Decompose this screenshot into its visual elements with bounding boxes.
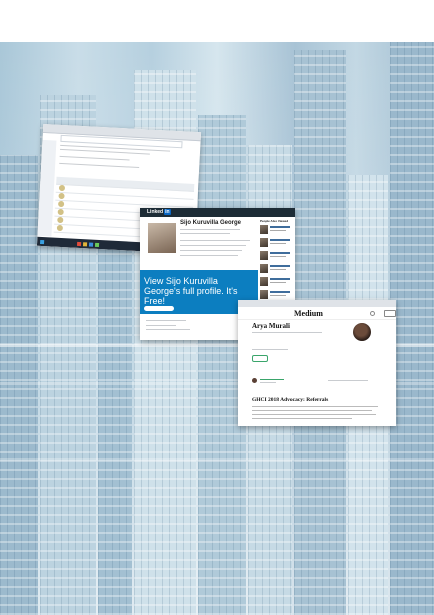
text-line xyxy=(180,250,242,251)
text-line xyxy=(270,278,290,280)
signin-button[interactable] xyxy=(384,310,396,317)
medium-header: Medium xyxy=(238,307,396,320)
text-line xyxy=(59,162,140,169)
start-icon xyxy=(40,239,45,245)
text-line xyxy=(252,349,288,350)
text-line xyxy=(59,155,130,161)
text-line xyxy=(252,414,376,415)
building xyxy=(390,40,434,615)
text-line xyxy=(270,226,290,228)
browser-icon xyxy=(76,241,82,247)
list-item[interactable] xyxy=(260,238,293,249)
author-name: Arya Murali xyxy=(252,322,290,330)
text-line xyxy=(252,332,322,333)
badge-icon xyxy=(56,224,64,232)
text-line xyxy=(180,255,238,256)
badge-icon xyxy=(57,200,65,208)
badge-icon xyxy=(58,184,66,192)
screenshot-medium-profile: Medium Arya Murali GHCI 2018 Advocacy: R… xyxy=(238,300,396,426)
text-line xyxy=(270,269,286,270)
text-line xyxy=(252,418,352,419)
light-streak xyxy=(0,458,434,461)
text-line xyxy=(252,406,378,407)
top-margin xyxy=(0,0,434,42)
folder-icon xyxy=(82,242,88,247)
article-title[interactable]: GHCI 2018 Advocacy: Referrals xyxy=(252,397,328,403)
profile-name: Sijo Kuruvilla George xyxy=(180,220,242,226)
list-item[interactable] xyxy=(260,251,293,262)
join-button[interactable] xyxy=(144,306,174,311)
app-icon xyxy=(88,242,94,247)
author-avatar xyxy=(353,323,371,341)
text-line xyxy=(180,233,230,234)
text-line xyxy=(270,291,290,293)
list-item[interactable] xyxy=(260,277,293,288)
avatar xyxy=(260,277,268,286)
text-line xyxy=(270,295,286,296)
linkedin-header: Linked in xyxy=(140,208,295,217)
linkedin-logo: Linked in xyxy=(146,209,171,215)
text-line xyxy=(270,256,286,257)
avatar xyxy=(260,264,268,273)
text-line xyxy=(328,380,368,381)
building xyxy=(0,155,38,615)
avatar xyxy=(260,238,268,247)
browser-tabs xyxy=(238,300,396,307)
side-title: People Also Viewed xyxy=(260,219,289,223)
follow-button[interactable] xyxy=(252,355,268,362)
logo-in: in xyxy=(164,209,171,215)
app-icon xyxy=(94,242,100,248)
logo-text: Linked xyxy=(147,209,164,215)
author-avatar-small xyxy=(252,378,257,383)
text-line xyxy=(180,229,240,230)
text-line xyxy=(260,382,276,383)
text-line xyxy=(146,325,176,326)
text-line xyxy=(270,230,286,231)
text-line xyxy=(146,329,190,330)
text-line xyxy=(270,239,290,241)
text-line xyxy=(180,240,250,241)
avatar xyxy=(260,251,268,260)
badge-icon xyxy=(57,208,64,216)
text-line xyxy=(180,245,246,246)
text-line xyxy=(260,379,284,380)
text-line xyxy=(270,282,286,283)
search-icon[interactable] xyxy=(370,311,375,316)
badge-icon xyxy=(57,216,64,224)
avatar xyxy=(260,225,268,234)
text-line xyxy=(146,320,186,321)
text-line xyxy=(270,265,290,267)
profile-photo xyxy=(148,223,176,253)
badge-icon xyxy=(58,192,65,200)
text-line xyxy=(270,252,290,254)
text-line xyxy=(252,410,372,411)
avatar xyxy=(260,290,268,299)
page: Linked in Sijo Kuruvilla George View Sijo… xyxy=(0,0,434,615)
people-also-viewed: People Also Viewed xyxy=(260,219,293,301)
list-item[interactable] xyxy=(260,264,293,275)
text-line xyxy=(270,243,286,244)
medium-logo: Medium xyxy=(294,309,323,318)
list-item[interactable] xyxy=(260,225,293,236)
